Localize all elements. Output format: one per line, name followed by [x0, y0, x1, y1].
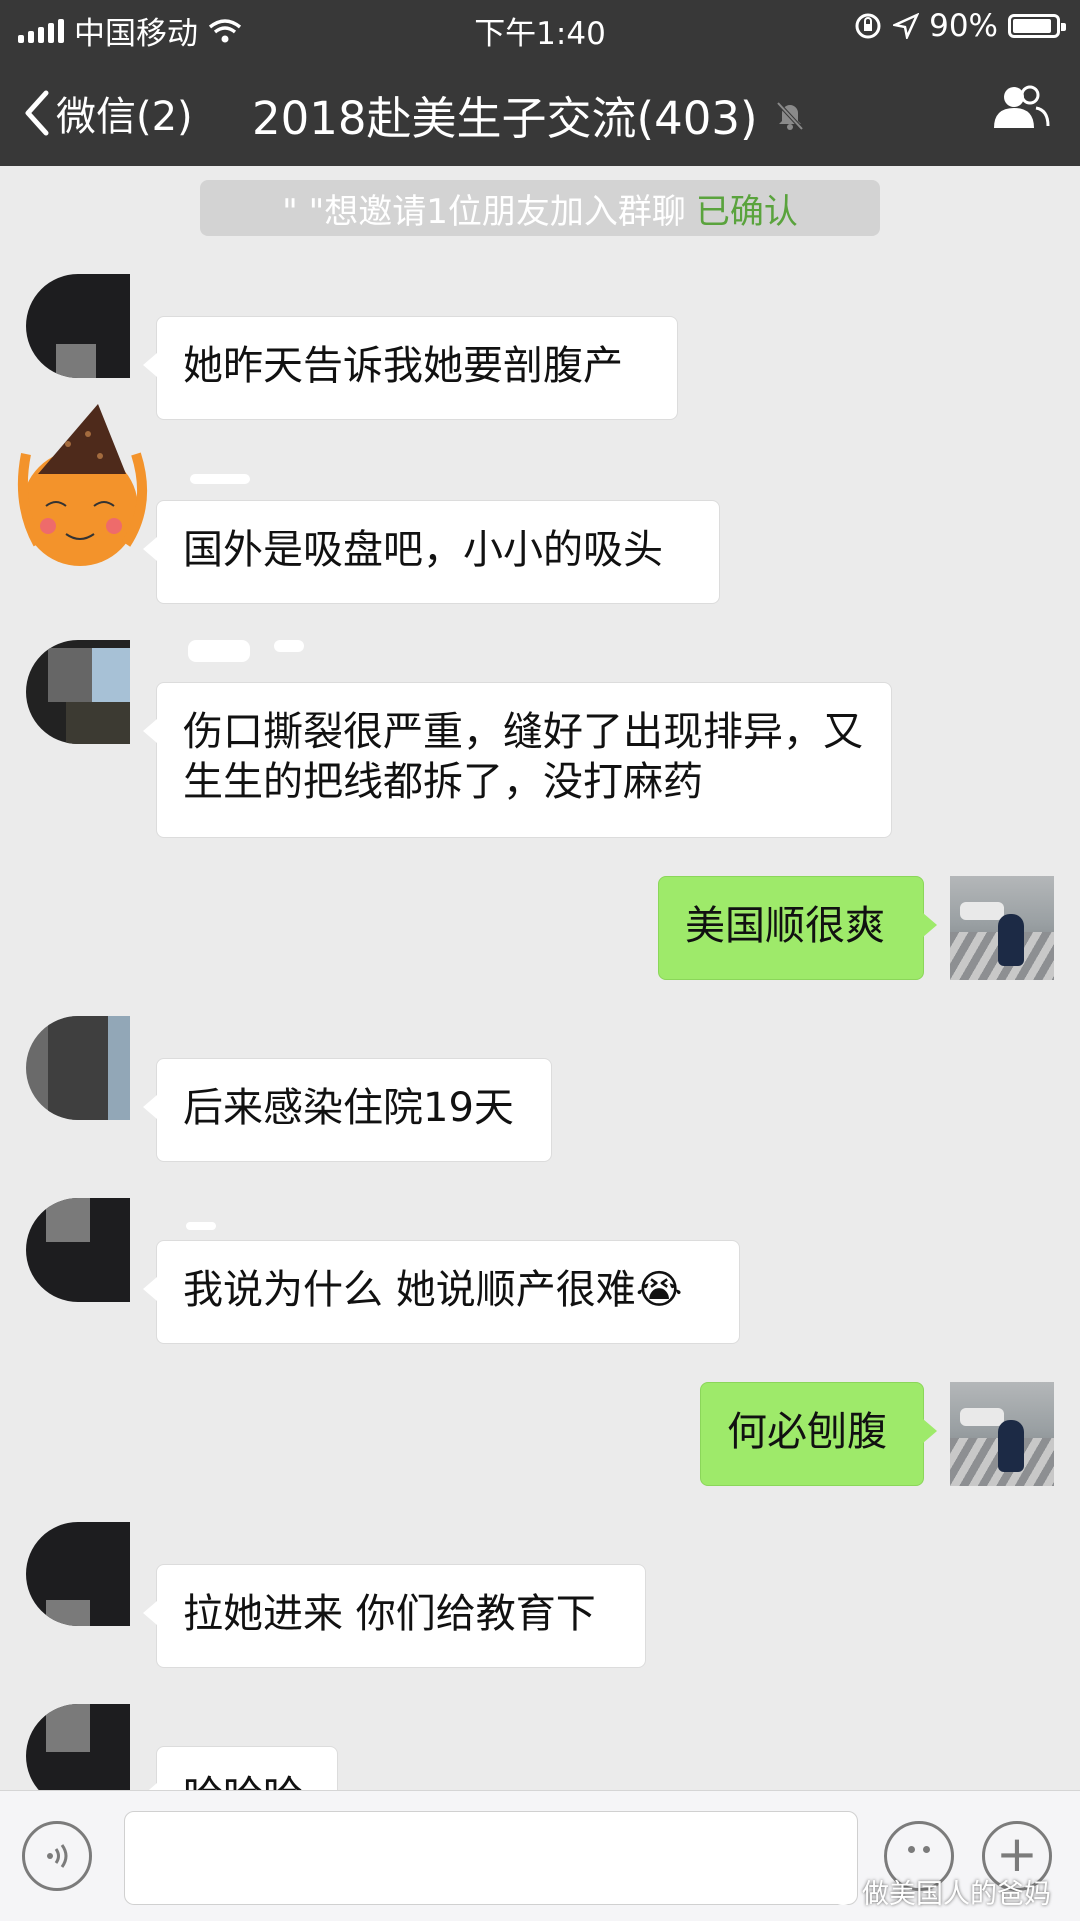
message-bubble[interactable]: 何必刨腹: [700, 1382, 937, 1486]
avatar[interactable]: [26, 640, 130, 744]
message-text: 拉她进来 你们给教育下: [183, 1591, 596, 1637]
battery-percent: 90%: [929, 8, 998, 44]
message-bubble[interactable]: 美国顺很爽: [658, 876, 937, 980]
message-bubble[interactable]: 后来感染住院19天: [143, 1058, 552, 1162]
group-members-button[interactable]: [990, 84, 1050, 134]
avatar[interactable]: [26, 1016, 130, 1120]
system-notice: " "想邀请1位朋友加入群聊 已确认: [200, 180, 880, 236]
message-bubble[interactable]: 国外是吸盘吧，小小的吸头: [143, 500, 720, 604]
back-label: 微信(2): [56, 94, 193, 140]
rotation-lock-icon: [855, 13, 881, 39]
battery-icon: [1008, 14, 1066, 38]
message-bubble[interactable]: 她昨天告诉我她要剖腹产: [143, 316, 678, 420]
nav-bar: 微信(2) 2018赴美生子交流(403): [0, 54, 1080, 166]
message-text: 国外是吸盘吧，小小的吸头: [183, 527, 663, 573]
system-notice-confirmed[interactable]: 已确认: [696, 184, 798, 233]
watermark: 做美国人的爸妈: [820, 1872, 1051, 1911]
back-chevron-icon: [25, 90, 49, 136]
message-text: 她昨天告诉我她要剖腹产: [183, 343, 623, 389]
mute-bell-icon: [776, 101, 804, 130]
message-bubble[interactable]: 伤口撕裂很严重，缝好了出现排异，又生生的把线都拆了，没打麻药: [143, 682, 892, 838]
message-text: 后来感染住院19天: [183, 1085, 514, 1131]
message-text: 美国顺很爽: [685, 903, 885, 949]
status-bar: 中国移动 下午1:40 90%: [0, 0, 1080, 54]
message-text: 何必刨腹: [727, 1409, 887, 1455]
message-input[interactable]: [124, 1811, 858, 1905]
chat-title-text: 2018赴美生子交流(403): [252, 92, 758, 145]
wechat-logo-icon: [820, 1878, 854, 1905]
avatar[interactable]: [950, 1382, 1054, 1486]
watermark-text: 做美国人的爸妈: [862, 1879, 1051, 1910]
group-members-icon: [994, 85, 1050, 128]
message-text: 伤口撕裂很严重，缝好了出现排异，又生生的把线都拆了，没打麻药: [183, 709, 863, 805]
chat-title: 2018赴美生子交流(403): [252, 82, 806, 147]
system-notice-text: " "想邀请1位朋友加入群聊: [282, 191, 686, 232]
top-bar: 中国移动 下午1:40 90% 微信(2) 2018赴美生子交流(403): [0, 0, 1080, 166]
avatar[interactable]: [26, 1198, 130, 1302]
avatar[interactable]: [950, 876, 1054, 980]
back-button[interactable]: 微信(2): [22, 84, 193, 142]
sender-name: [190, 474, 250, 484]
avatar[interactable]: [8, 394, 158, 574]
voice-button[interactable]: [22, 1821, 92, 1891]
sender-name: [186, 1222, 216, 1230]
voice-icon: [47, 1844, 68, 1868]
avatar[interactable]: [26, 274, 130, 378]
message-bubble[interactable]: 拉她进来 你们给教育下: [143, 1564, 646, 1668]
message-text: 我说为什么 她说顺产很难😭: [183, 1267, 683, 1313]
sender-name: [188, 640, 250, 662]
avatar[interactable]: [26, 1522, 130, 1626]
sender-name: [274, 640, 304, 652]
location-icon: [893, 13, 920, 39]
message-bubble[interactable]: 我说为什么 她说顺产很难😭: [143, 1240, 740, 1344]
